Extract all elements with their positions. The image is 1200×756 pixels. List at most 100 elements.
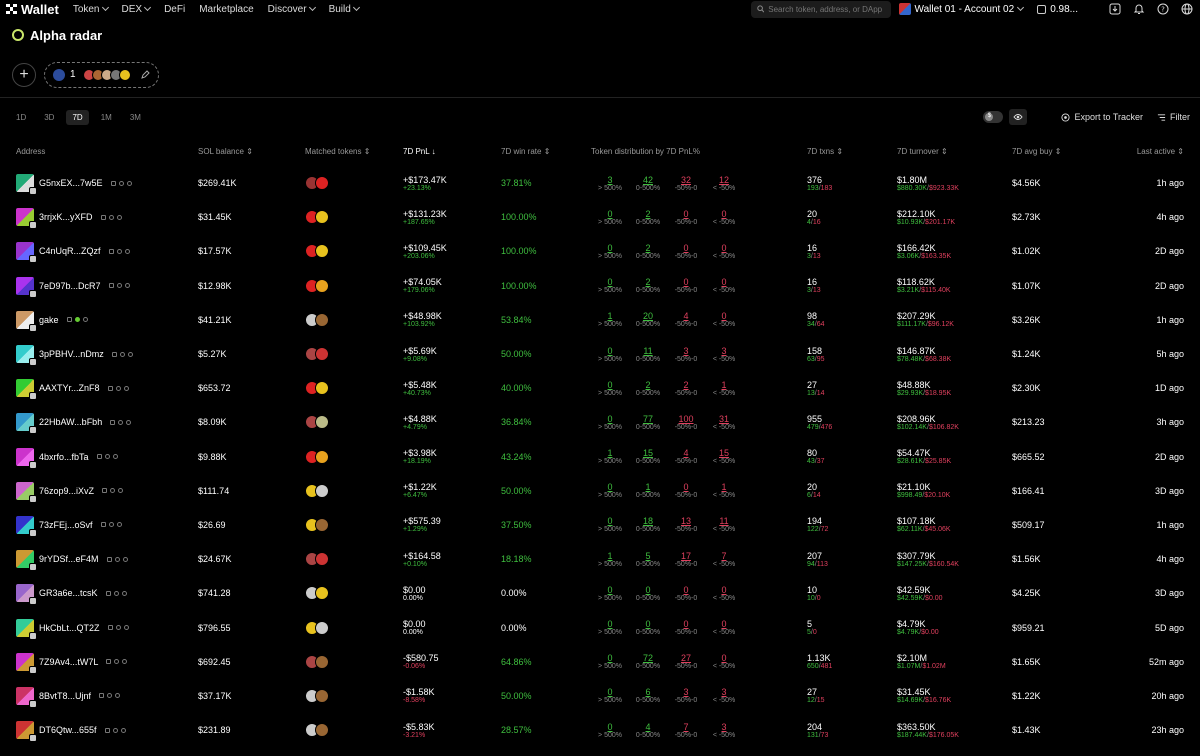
distribution-bucket[interactable]: 6 0-500% <box>629 687 667 704</box>
distribution-bucket[interactable]: 5 0-500% <box>629 551 667 568</box>
wallet-address[interactable]: C4nUqR...ZQzf <box>39 246 101 256</box>
wallet-address[interactable]: GR3a6e...tcsK <box>39 588 98 598</box>
distribution-bucket[interactable]: 18 0-500% <box>629 516 667 533</box>
distribution-bucket[interactable]: 0 < -50% <box>705 209 743 226</box>
wallet-group[interactable]: 1 <box>44 61 159 88</box>
download-icon[interactable] <box>1108 2 1122 16</box>
currency-toggle[interactable]: $ <box>983 111 1004 123</box>
export-to-tracker-button[interactable]: Export to Tracker <box>1061 112 1143 122</box>
distribution-bucket[interactable]: 4 0-500% <box>629 722 667 739</box>
distribution-bucket[interactable]: 0 > 500% <box>591 277 629 294</box>
favorite-icon[interactable] <box>119 351 125 357</box>
col-pnl[interactable]: 7D PnL ↓ <box>403 147 436 156</box>
distribution-bucket[interactable]: 17 -50%-0 <box>667 551 705 568</box>
tab-3m[interactable]: 3M <box>124 110 147 125</box>
distribution-bucket[interactable]: 42 0-500% <box>629 175 667 192</box>
copy-icon[interactable] <box>104 727 110 733</box>
distribution-bucket[interactable]: 15 < -50% <box>705 448 743 465</box>
distribution-bucket[interactable]: 2 0-500% <box>629 243 667 260</box>
distribution-bucket[interactable]: 1 > 500% <box>591 311 629 328</box>
distribution-bucket[interactable]: 0 > 500% <box>591 414 629 431</box>
edit-icon[interactable] <box>121 590 127 596</box>
distribution-bucket[interactable]: 11 0-500% <box>629 346 667 363</box>
distribution-bucket[interactable]: 0 -50%-0 <box>667 277 705 294</box>
help-icon[interactable]: ? <box>1156 2 1170 16</box>
matched-tokens[interactable] <box>305 440 329 474</box>
distribution-bucket[interactable]: 0 < -50% <box>705 653 743 670</box>
distribution-bucket[interactable]: 0 -50%-0 <box>667 585 705 602</box>
nav-item-defi[interactable]: DeFi <box>164 4 185 15</box>
distribution-bucket[interactable]: 3 < -50% <box>705 687 743 704</box>
distribution-bucket[interactable]: 0 -50%-0 <box>667 243 705 260</box>
matched-tokens[interactable] <box>305 269 329 303</box>
distribution-bucket[interactable]: 4 -50%-0 <box>667 311 705 328</box>
copy-icon[interactable] <box>111 351 117 357</box>
nav-item-build[interactable]: Build <box>329 4 360 15</box>
visibility-toggle[interactable] <box>1009 109 1028 125</box>
table-row[interactable]: 3rrjxK...yXFD $31.45K +$131.23K +187.65% 100… <box>0 200 1200 234</box>
tab-1m[interactable]: 1M <box>95 110 118 125</box>
distribution-bucket[interactable]: 0 > 500% <box>591 482 629 499</box>
edit-icon[interactable] <box>124 248 130 254</box>
distribution-bucket[interactable]: 0 < -50% <box>705 311 743 328</box>
distribution-bucket[interactable]: 0 < -50% <box>705 585 743 602</box>
favorite-icon[interactable] <box>118 180 124 186</box>
col-txns[interactable]: 7D txns ⇕ <box>807 147 843 156</box>
wallet-address[interactable]: 7Z9Av4...tW7L <box>39 657 98 667</box>
matched-tokens[interactable] <box>305 645 329 679</box>
edit-icon[interactable] <box>140 69 150 80</box>
distribution-bucket[interactable]: 27 -50%-0 <box>667 653 705 670</box>
favorite-icon[interactable] <box>114 659 120 665</box>
favorite-icon[interactable] <box>74 317 80 323</box>
distribution-bucket[interactable]: 20 0-500% <box>629 311 667 328</box>
globe-icon[interactable] <box>1180 2 1194 16</box>
copy-icon[interactable] <box>106 659 112 665</box>
distribution-bucket[interactable]: 7 -50%-0 <box>667 722 705 739</box>
matched-tokens[interactable] <box>305 542 329 576</box>
col-matched-tokens[interactable]: Matched tokens ⇕ <box>305 147 370 156</box>
distribution-bucket[interactable]: 0 -50%-0 <box>667 209 705 226</box>
favorite-icon[interactable] <box>115 385 121 391</box>
edit-icon[interactable] <box>127 351 133 357</box>
favorite-icon[interactable] <box>115 625 121 631</box>
edit-icon[interactable] <box>82 317 88 323</box>
col-avg-buy[interactable]: 7D avg buy ⇕ <box>1012 147 1061 156</box>
col-win-rate[interactable]: 7D win rate ⇕ <box>501 147 550 156</box>
distribution-bucket[interactable]: 77 0-500% <box>629 414 667 431</box>
distribution-bucket[interactable]: 2 0-500% <box>629 209 667 226</box>
distribution-bucket[interactable]: 0 > 500% <box>591 346 629 363</box>
distribution-bucket[interactable]: 1 < -50% <box>705 482 743 499</box>
edit-icon[interactable] <box>124 283 130 289</box>
nav-item-marketplace[interactable]: Marketplace <box>199 4 253 15</box>
wallet-address[interactable]: gake <box>39 315 59 325</box>
distribution-bucket[interactable]: 100 -50%-0 <box>667 414 705 431</box>
distribution-bucket[interactable]: 0 > 500% <box>591 687 629 704</box>
table-row[interactable]: HkCbLt...QT2Z $796.55 $0.00 0.00% 0.00% 0 > 50… <box>0 610 1200 644</box>
favorite-icon[interactable] <box>104 454 110 460</box>
tab-3d[interactable]: 3D <box>38 110 60 125</box>
search-box[interactable] <box>750 0 891 18</box>
wallet-address[interactable]: 73zFEj...oSvf <box>39 520 93 530</box>
matched-tokens[interactable] <box>305 576 329 610</box>
wallet-address[interactable]: 3rrjxK...yXFD <box>39 212 93 222</box>
distribution-bucket[interactable]: 0 0-500% <box>629 619 667 636</box>
distribution-bucket[interactable]: 0 > 500% <box>591 722 629 739</box>
matched-tokens[interactable] <box>305 405 329 439</box>
edit-icon[interactable] <box>115 693 121 699</box>
wallet-address[interactable]: G5nxEX...7w5E <box>39 178 103 188</box>
table-row[interactable]: 3pPBHV...nDmz $5.27K +$5.69K +9.08% 50.00% 0 >… <box>0 337 1200 371</box>
matched-tokens[interactable] <box>305 713 329 747</box>
distribution-bucket[interactable]: 12 < -50% <box>705 175 743 192</box>
distribution-bucket[interactable]: 0 -50%-0 <box>667 482 705 499</box>
favorite-icon[interactable] <box>118 419 124 425</box>
nav-item-token[interactable]: Token <box>73 4 109 15</box>
distribution-bucket[interactable]: 7 < -50% <box>705 551 743 568</box>
matched-tokens[interactable] <box>305 200 329 234</box>
brand[interactable]: Wallet <box>6 2 59 17</box>
copy-icon[interactable] <box>99 693 105 699</box>
copy-icon[interactable] <box>108 283 114 289</box>
table-row[interactable]: 7Z9Av4...tW7L $692.45 -$580.75 -0.06% 64.86%… <box>0 645 1200 679</box>
col-turnover[interactable]: 7D turnover ⇕ <box>897 147 948 156</box>
wallet-address[interactable]: 3pPBHV...nDmz <box>39 349 104 359</box>
favorite-icon[interactable] <box>112 727 118 733</box>
